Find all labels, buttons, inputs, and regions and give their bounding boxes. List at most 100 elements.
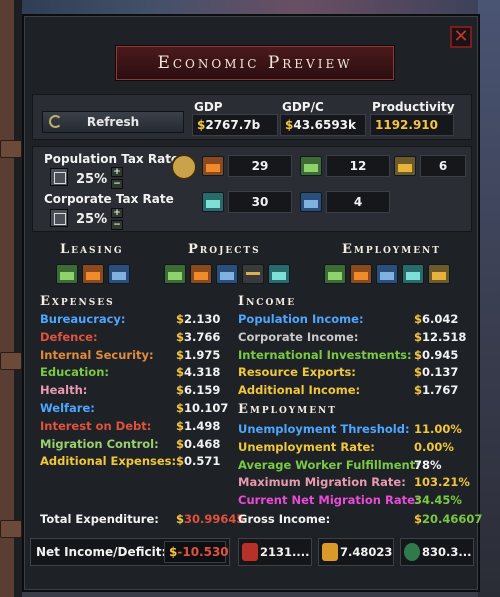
printer-icon[interactable]: [171, 154, 197, 180]
projects-office-icon[interactable]: [268, 264, 290, 284]
expenses-row-label: Defence:: [40, 329, 98, 344]
employment-row-label: Current Net Migration Rate:: [238, 493, 420, 508]
gdp-label: GDP: [194, 100, 223, 114]
total-expenditure-value: $30.99645: [176, 512, 245, 526]
projects-infrastructure-icon[interactable]: [216, 264, 238, 284]
employment-row-label: Unemployment Threshold:: [238, 422, 410, 436]
expenses-row-value: $1.498: [176, 418, 221, 433]
leasing-factory-icon[interactable]: [82, 264, 104, 284]
gdp-number: 2767.7b: [205, 118, 261, 132]
reserves-value: 830.3...: [422, 545, 472, 559]
expenses-row-value: $4.318: [176, 365, 221, 380]
employment-tractor-icon[interactable]: [428, 264, 450, 284]
income-row-value: $6.042: [414, 312, 459, 326]
income-row-value: $0.137: [414, 365, 459, 380]
infrastructure-icon: [300, 192, 322, 212]
interest-icon: [322, 543, 338, 561]
projects-factory-icon[interactable]: [190, 264, 212, 284]
window-title: Economic Preview: [116, 46, 394, 80]
infrastructure-count: 4: [326, 191, 390, 213]
employment-office-icon[interactable]: [402, 264, 424, 284]
income-header: Income: [238, 294, 297, 309]
income-row-value: $0.945: [414, 347, 459, 362]
economic-preview-window: ✕ Economic Preview Refresh GDP $2767.7b …: [22, 14, 483, 592]
income-row-label: Population Income:: [238, 312, 364, 326]
employment-factory-icon[interactable]: [350, 264, 372, 284]
expenses-row-value: $6.159: [176, 383, 221, 398]
employment-category-header: Employment: [342, 242, 441, 257]
employment-row-label: Average Worker Fulfillment:: [238, 457, 420, 472]
employment-row-value: 78%: [414, 457, 442, 472]
farm-icon: [300, 156, 322, 176]
employment-infrastructure-icon[interactable]: [376, 264, 398, 284]
tractor-count: 6: [420, 155, 466, 177]
population-tax-icon: [50, 168, 68, 186]
employment-row-value: 11.00%: [414, 422, 462, 436]
employment-row-value: 0.00%: [414, 439, 454, 454]
expenses-row-value: $2.130: [176, 312, 221, 326]
expenses-row-label: Interest on Debt:: [40, 418, 152, 433]
corporate-tax-icon: [50, 209, 68, 227]
productivity-value: 1192.910: [370, 114, 454, 136]
expenses-row-value: $0.468: [176, 436, 221, 451]
population-tax-label: Population Tax Rate: [44, 152, 180, 166]
expenses-row-value: $3.766: [176, 329, 221, 344]
refresh-icon: [49, 115, 62, 128]
expenses-row-label: Migration Control:: [40, 436, 159, 451]
interest-value: 7.48023: [340, 545, 393, 559]
employment-header: Employment: [238, 402, 337, 417]
employment-row-value: 103.21%: [414, 475, 470, 490]
expenses-row-value: $1.975: [176, 347, 221, 362]
refresh-button[interactable]: Refresh: [42, 111, 184, 133]
factory-icon: [202, 156, 224, 176]
population-tax-value: 25%: [76, 172, 108, 187]
productivity-label: Productivity: [372, 100, 455, 114]
income-row-value: $1.767: [414, 383, 459, 398]
employment-farm-icon[interactable]: [324, 264, 346, 284]
close-icon: ✕: [453, 26, 469, 47]
expenses-row-label: Welfare:: [40, 401, 95, 415]
expenses-row-label: Additional Expenses:: [40, 454, 177, 469]
factory-count: 29: [228, 155, 292, 177]
population-tax-increase[interactable]: +: [111, 167, 123, 177]
corporate-tax-value: 25%: [76, 212, 108, 227]
net-income-value: $-10.530: [164, 541, 229, 563]
expenses-row-label: Internal Security:: [40, 347, 154, 362]
debt-value: 2131....: [260, 545, 310, 559]
leasing-farm-icon[interactable]: [56, 264, 78, 284]
leasing-header: Leasing: [60, 242, 124, 257]
gdpc-value: $43.6593k: [280, 114, 366, 136]
debt-icon: [242, 543, 258, 561]
population-tax-decrease[interactable]: −: [111, 179, 123, 189]
income-row-label: Additional Income:: [238, 383, 361, 398]
close-button[interactable]: ✕: [450, 26, 472, 48]
employment-row-label: Unemployment Rate:: [238, 439, 375, 454]
reserves-icon: [404, 543, 420, 561]
income-row-value: $12.518: [414, 329, 467, 344]
expenses-row-value: $0.571: [176, 454, 221, 469]
income-row-label: Corporate Income:: [238, 329, 359, 344]
corporate-tax-increase[interactable]: +: [111, 208, 123, 218]
leasing-infrastructure-icon[interactable]: [108, 264, 130, 284]
total-expenditure-label: Total Expenditure:: [40, 512, 159, 526]
corporate-tax-label: Corporate Tax Rate: [44, 192, 174, 206]
gdpc-number: 43.6593k: [293, 118, 356, 132]
expenses-header: Expenses: [40, 294, 115, 309]
employment-row-value: 34.45%: [414, 493, 462, 508]
corporate-tax-decrease[interactable]: −: [111, 220, 123, 230]
tractor-icon: [394, 156, 416, 176]
expenses-row-label: Bureaucracy:: [40, 312, 126, 326]
expenses-row-value: $10.107: [176, 401, 229, 415]
projects-road-icon[interactable]: [242, 264, 264, 284]
gross-income-value: $20.46607: [414, 512, 483, 526]
projects-farm-icon[interactable]: [164, 264, 186, 284]
employment-row-label: Maximum Migration Rate:: [238, 475, 406, 490]
income-row-label: International Investments:: [238, 347, 412, 362]
office-building-icon: [202, 192, 224, 212]
gross-income-label: Gross Income:: [238, 512, 331, 526]
office-count: 30: [228, 191, 292, 213]
projects-header: Projects: [188, 242, 261, 257]
farm-count: 12: [326, 155, 390, 177]
income-row-label: Resource Exports:: [238, 365, 356, 380]
gdp-value: $2767.7b: [192, 114, 278, 136]
